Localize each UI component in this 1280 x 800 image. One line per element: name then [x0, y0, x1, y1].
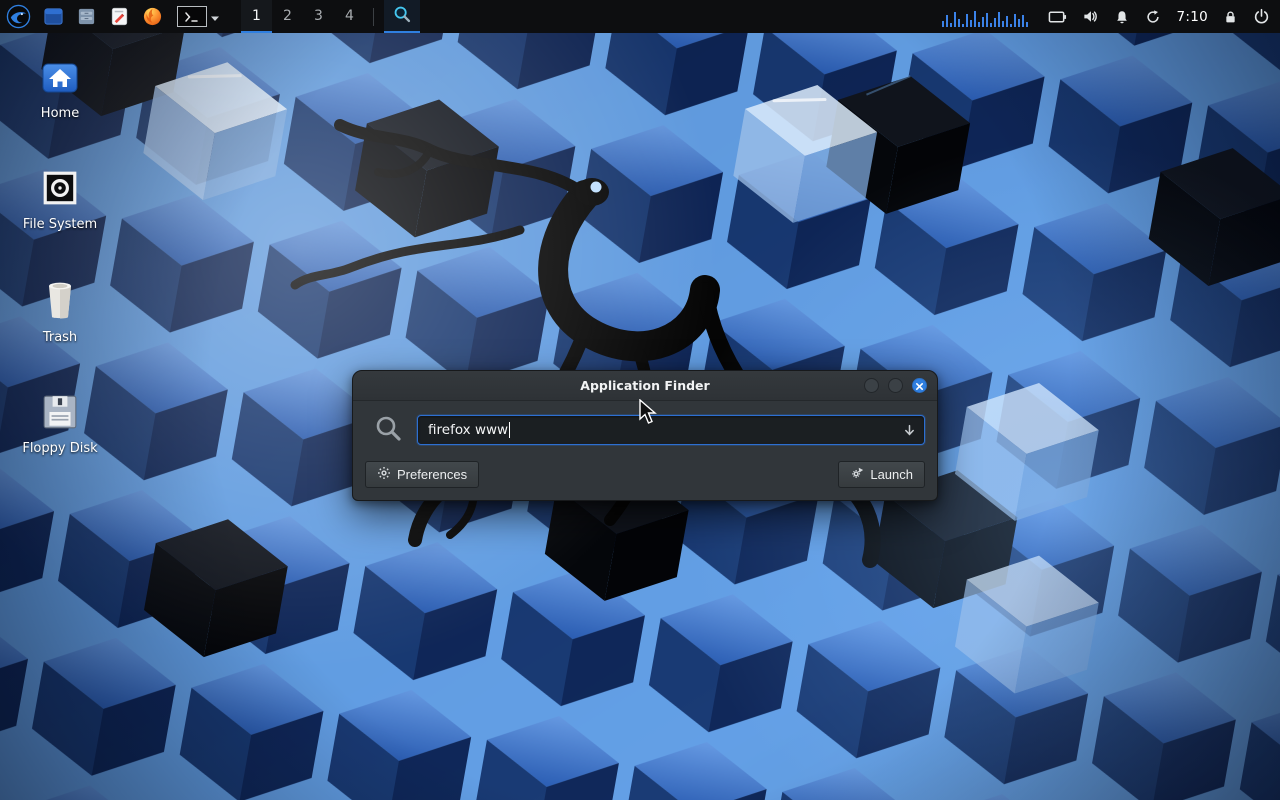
minimize-button[interactable] [864, 378, 879, 393]
hard-drive-icon [41, 169, 79, 211]
taskbar-application-finder[interactable] [384, 0, 420, 33]
launcher-text-editor[interactable] [103, 0, 136, 33]
workspace-3[interactable]: 3 [303, 0, 334, 33]
application-finder-window: Application Finder firefox www [352, 370, 938, 501]
search-input[interactable]: firefox www [417, 415, 925, 445]
workspace-2[interactable]: 2 [272, 0, 303, 33]
gear-icon [377, 466, 391, 483]
window-title: Application Finder [580, 378, 709, 393]
desktop-icon-trash[interactable]: Trash [12, 280, 108, 345]
home-folder-icon [40, 60, 80, 100]
launcher-firefox[interactable] [136, 0, 169, 33]
window-app-icon [43, 6, 64, 27]
workspace-label: 1 [252, 8, 261, 24]
launch-button[interactable]: Launch [838, 461, 925, 488]
preferences-button-label: Preferences [397, 467, 467, 482]
launch-button-label: Launch [870, 467, 913, 482]
maximize-button[interactable] [888, 378, 903, 393]
close-button[interactable] [912, 378, 927, 393]
desktop-icon-label: Home [41, 106, 79, 121]
file-cabinet-icon [76, 6, 97, 27]
search-input-value: firefox www [428, 422, 508, 438]
kali-logo-icon [6, 4, 31, 29]
window-controls [864, 371, 927, 400]
workspace-4[interactable]: 4 [334, 0, 365, 33]
system-tray: 7:10 [941, 7, 1280, 27]
desktop-icon-label: Floppy Disk [22, 441, 97, 456]
terminal-profile-selector[interactable] [177, 5, 223, 28]
desktop-icon-label: File System [23, 217, 97, 232]
text-caret [509, 422, 510, 438]
desktop-icon-label: Trash [43, 330, 77, 345]
text-editor-icon [109, 6, 130, 27]
arrow-down-icon[interactable] [903, 424, 916, 437]
mouse-cursor [639, 399, 661, 429]
top-panel: 1 2 3 4 7: [0, 0, 1280, 33]
close-icon [915, 376, 924, 395]
power-icon[interactable] [1253, 8, 1270, 25]
terminal-icon [177, 6, 207, 27]
titlebar[interactable]: Application Finder [353, 371, 937, 401]
desktop-icon-floppy-disk[interactable]: Floppy Disk [12, 393, 108, 456]
desktop-icon-home[interactable]: Home [12, 60, 108, 121]
desktop-icon-list: Home File System Trash [12, 60, 108, 456]
desktop: 1 2 3 4 7: [0, 0, 1280, 800]
launch-icon [850, 466, 864, 483]
trash-can-icon [43, 280, 77, 324]
floppy-disk-icon [41, 393, 79, 435]
battery-icon[interactable] [1048, 9, 1067, 25]
desktop-icon-file-system[interactable]: File System [12, 169, 108, 232]
volume-icon[interactable] [1082, 8, 1099, 25]
search-icon [373, 413, 403, 447]
notifications-bell-icon[interactable] [1114, 9, 1130, 25]
launcher-file-cabinet[interactable] [70, 0, 103, 33]
network-activity-graph-icon[interactable] [941, 7, 1029, 27]
workspace-label: 2 [283, 8, 292, 24]
clock[interactable]: 7:10 [1176, 9, 1208, 25]
updates-icon[interactable] [1145, 9, 1161, 25]
workspace-label: 3 [314, 8, 323, 24]
kali-menu-button[interactable] [0, 0, 37, 33]
panel-separator [373, 8, 374, 26]
workspace-switcher: 1 2 3 4 [241, 0, 365, 33]
chevron-down-icon [207, 5, 223, 28]
firefox-icon [142, 6, 163, 27]
launcher-window-app[interactable] [37, 0, 70, 33]
workspace-label: 4 [345, 8, 354, 24]
lock-screen-icon[interactable] [1223, 9, 1238, 25]
preferences-button[interactable]: Preferences [365, 461, 479, 488]
workspace-1[interactable]: 1 [241, 0, 272, 33]
app-finder-magnifier-icon [392, 4, 412, 28]
